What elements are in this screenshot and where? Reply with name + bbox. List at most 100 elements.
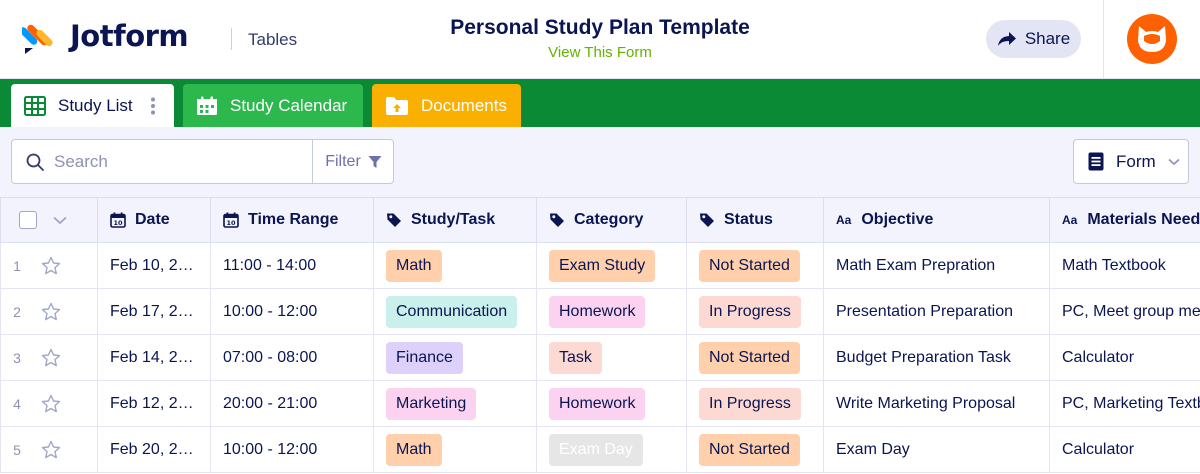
study-task-cell[interactable]: Communication xyxy=(373,288,537,335)
column-header-status[interactable]: Status xyxy=(686,197,824,243)
date-cell[interactable]: Feb 17, 2024 xyxy=(97,288,211,335)
star-icon[interactable] xyxy=(41,394,61,414)
text-icon: Aa xyxy=(1062,213,1078,227)
category-tag: Exam Day xyxy=(549,433,643,466)
star-icon[interactable] xyxy=(41,256,61,276)
category-cell[interactable]: Homework xyxy=(536,380,687,427)
study-task-cell[interactable]: Finance xyxy=(373,334,537,381)
share-arrow-icon xyxy=(997,32,1016,46)
category-tag: Exam Study xyxy=(549,249,656,282)
materials-cell[interactable]: PC, Meet group members xyxy=(1049,288,1200,335)
data-table: 10 Date 10 Time Range Study/Task Category … xyxy=(0,197,1200,474)
time-range-cell[interactable]: 10:00 - 12:00 xyxy=(210,426,374,473)
tab-study-calendar[interactable]: Study Calendar xyxy=(183,84,363,127)
tab-study-list[interactable]: Study List xyxy=(11,84,174,127)
status-badge: Not Started xyxy=(699,433,800,466)
star-icon[interactable] xyxy=(41,302,61,322)
select-all-header xyxy=(0,197,98,243)
time-range-cell[interactable]: 07:00 - 08:00 xyxy=(210,334,374,381)
star-icon[interactable] xyxy=(41,348,61,368)
select-all-checkbox[interactable] xyxy=(19,211,37,229)
status-cell[interactable]: Not Started xyxy=(686,242,824,289)
table-row[interactable]: 4 Feb 12, 2024 20:00 - 21:00 Marketing Homew… xyxy=(0,380,1200,427)
header-divider-right xyxy=(1103,0,1104,79)
date-cell[interactable]: Feb 10, 20… xyxy=(97,242,211,289)
table-toolbar: Filter Form xyxy=(0,127,1200,197)
date-cell[interactable]: Feb 14, 2024 xyxy=(97,334,211,381)
status-badge: Not Started xyxy=(699,341,800,374)
row-number: 3 xyxy=(13,349,21,366)
objective-cell[interactable]: Exam Day xyxy=(823,426,1050,473)
search-icon xyxy=(26,153,44,171)
category-cell[interactable]: Task xyxy=(536,334,687,381)
time-range-cell[interactable]: 20:00 - 21:00 xyxy=(210,380,374,427)
materials-cell[interactable]: Calculator xyxy=(1049,334,1200,381)
study-task-cell[interactable]: Math xyxy=(373,426,537,473)
status-badge: Not Started xyxy=(699,249,800,282)
svg-text:10: 10 xyxy=(226,219,236,227)
objective-cell[interactable]: Write Marketing Proposal xyxy=(823,380,1050,427)
column-header-time-range[interactable]: 10 Time Range xyxy=(210,197,374,243)
materials-cell[interactable]: Math Textbook xyxy=(1049,242,1200,289)
date-cell[interactable]: Feb 20, 20… xyxy=(97,426,211,473)
avatar[interactable] xyxy=(1127,14,1177,64)
status-cell[interactable]: Not Started xyxy=(686,426,824,473)
tag-icon xyxy=(386,212,402,228)
column-header-date[interactable]: 10 Date xyxy=(97,197,211,243)
materials-cell[interactable]: Calculator xyxy=(1049,426,1200,473)
row-number: 1 xyxy=(13,257,21,274)
study-task-cell[interactable]: Marketing xyxy=(373,380,537,427)
product-label[interactable]: Tables xyxy=(248,30,297,50)
share-button[interactable]: Share xyxy=(986,20,1081,58)
table-tabs: Study List Study Calendar Documents xyxy=(0,79,1200,127)
column-header-objective[interactable]: Aa Objective xyxy=(823,197,1050,243)
objective-cell[interactable]: Budget Preparation Task xyxy=(823,334,1050,381)
row-header-cell: 5 xyxy=(0,426,98,473)
column-header-study-task[interactable]: Study/Task xyxy=(373,197,537,243)
tab-label: Documents xyxy=(421,95,507,115)
row-number: 2 xyxy=(13,303,21,320)
status-cell[interactable]: In Progress xyxy=(686,380,824,427)
grid-icon xyxy=(24,95,46,116)
form-label: Form xyxy=(1116,151,1156,171)
study-task-tag: Math xyxy=(386,249,442,282)
search-input[interactable] xyxy=(54,151,294,172)
kebab-menu-icon[interactable] xyxy=(150,97,156,120)
objective-cell[interactable]: Presentation Preparation xyxy=(823,288,1050,335)
filter-funnel-icon xyxy=(368,155,382,168)
calendar-icon: 10 xyxy=(110,212,126,228)
category-tag: Homework xyxy=(549,295,646,328)
study-task-tag: Math xyxy=(386,433,442,466)
materials-cell[interactable]: PC, Marketing Textbook xyxy=(1049,380,1200,427)
objective-cell[interactable]: Math Exam Prepration xyxy=(823,242,1050,289)
time-range-cell[interactable]: 11:00 - 14:00 xyxy=(210,242,374,289)
table-row[interactable]: 5 Feb 20, 20… 10:00 - 12:00 Math Exam Day Not… xyxy=(0,426,1200,473)
category-cell[interactable]: Exam Day xyxy=(536,426,687,473)
filter-button[interactable]: Filter xyxy=(312,140,394,183)
status-cell[interactable]: In Progress xyxy=(686,288,824,335)
category-cell[interactable]: Exam Study xyxy=(536,242,687,289)
column-header-materials[interactable]: AaMaterials Needed xyxy=(1049,197,1200,243)
date-cell[interactable]: Feb 12, 2024 xyxy=(97,380,211,427)
time-range-cell[interactable]: 10:00 - 12:00 xyxy=(210,288,374,335)
status-cell[interactable]: Not Started xyxy=(686,334,824,381)
table-row[interactable]: 2 Feb 17, 2024 10:00 - 12:00 Communication H… xyxy=(0,288,1200,335)
category-tag: Homework xyxy=(549,387,646,420)
app-header: Jotform Tables Personal Study Plan Templ… xyxy=(0,0,1200,79)
row-header-cell: 4 xyxy=(0,380,98,427)
view-form-link[interactable]: View This Form xyxy=(400,44,800,61)
table-row[interactable]: 3 Feb 14, 2024 07:00 - 08:00 Finance Task Not… xyxy=(0,334,1200,381)
table-row[interactable]: 1 Feb 10, 20… 11:00 - 14:00 Math Exam Study N… xyxy=(0,242,1200,289)
form-button[interactable]: Form xyxy=(1073,139,1189,184)
filter-label: Filter xyxy=(325,152,361,170)
star-icon[interactable] xyxy=(41,440,61,460)
row-header-cell: 3 xyxy=(0,334,98,381)
tab-documents[interactable]: Documents xyxy=(372,84,521,127)
column-header-category[interactable]: Category xyxy=(536,197,687,243)
category-cell[interactable]: Homework xyxy=(536,288,687,335)
page-title: Personal Study Plan Template xyxy=(450,16,750,39)
tag-icon xyxy=(549,212,565,228)
chevron-down-icon[interactable] xyxy=(53,216,67,225)
study-task-cell[interactable]: Math xyxy=(373,242,537,289)
jotform-logo[interactable]: Jotform xyxy=(22,18,189,54)
